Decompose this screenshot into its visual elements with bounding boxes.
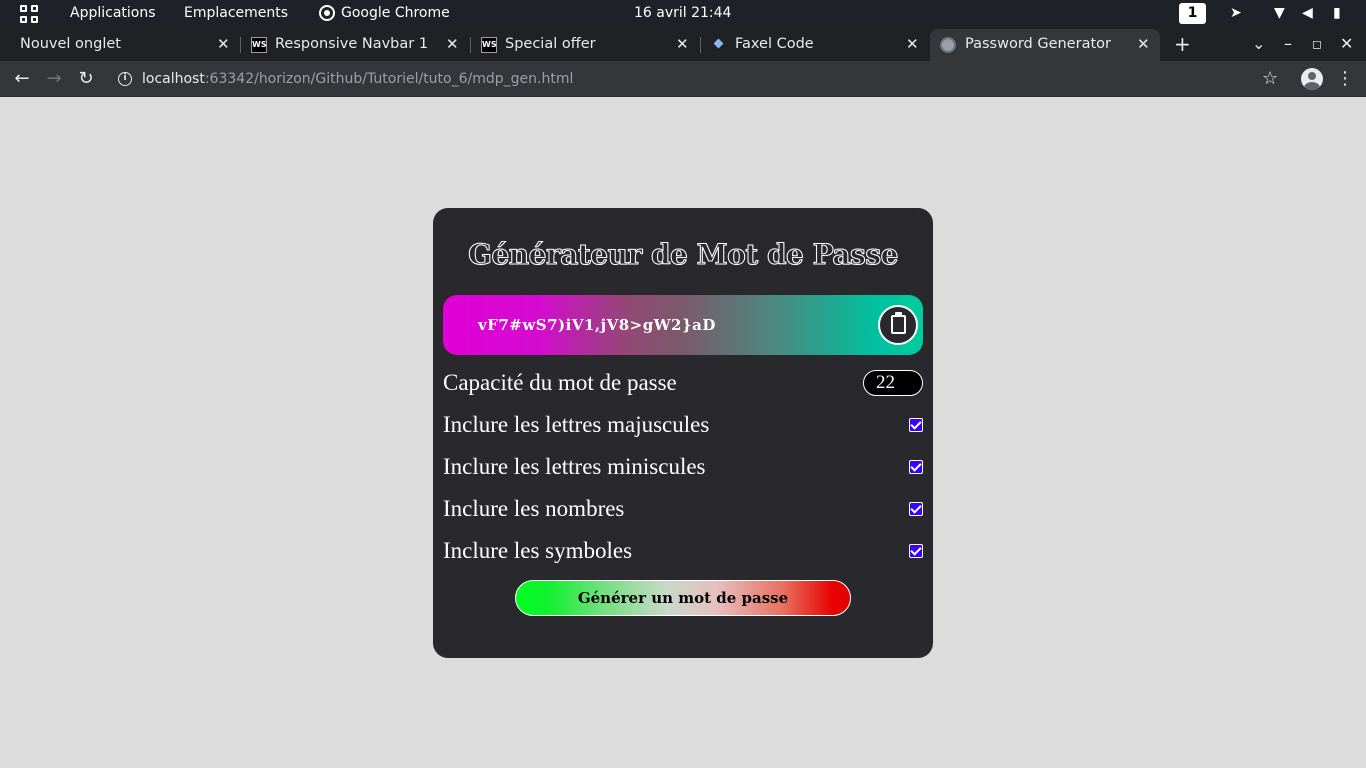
system-top-bar: Applications Emplacements Google Chrome … [0, 0, 1366, 27]
close-tab-icon[interactable]: ✕ [217, 29, 230, 59]
tab-search-icon[interactable]: ⌄ [1252, 27, 1265, 61]
wifi-icon[interactable]: ▼ [1274, 5, 1285, 22]
uppercase-checkbox[interactable] [909, 418, 923, 432]
option-numbers: Inclure les nombres [443, 494, 923, 524]
maximize-icon[interactable]: ◻ [1312, 27, 1322, 61]
option-label: Inclure les symboles [443, 538, 633, 563]
close-window-icon[interactable]: ✕ [1340, 27, 1353, 61]
option-label: Inclure les lettres miniscules [443, 454, 706, 479]
option-label: Inclure les nombres [443, 496, 625, 521]
active-app-menu[interactable]: Google Chrome [341, 0, 450, 27]
browser-toolbar: ← → ↻ i localhost:63342/horizon/Github/T… [0, 61, 1366, 97]
url-path: :63342/horizon/Github/Tutoriel/tuto_6/md… [204, 71, 574, 87]
close-tab-icon[interactable]: ✕ [676, 29, 689, 59]
tab-title: Password Generator [965, 36, 1111, 52]
password-generator-card: Générateur de Mot de Passe vF7#wS7)iV1,j… [433, 208, 933, 658]
length-input[interactable]: 22 [863, 370, 923, 396]
clipboard-icon [891, 312, 906, 334]
back-icon[interactable]: ← [10, 67, 34, 91]
tab-password-generator[interactable]: Password Generator ✕ [930, 29, 1160, 61]
address-bar[interactable]: localhost:63342/horizon/Github/Tutoriel/… [142, 61, 573, 97]
minimize-icon[interactable]: – [1284, 27, 1292, 61]
tab-responsive-navbar[interactable]: WS Responsive Navbar 1 ✕ [241, 29, 470, 61]
globe-icon [940, 37, 956, 53]
profile-avatar[interactable] [1301, 68, 1323, 90]
webstorm-icon: WS [481, 37, 497, 53]
chrome-icon [319, 5, 335, 21]
page-title: Générateur de Mot de Passe [468, 238, 899, 272]
battery-icon[interactable]: ▮ [1333, 5, 1341, 22]
places-menu[interactable]: Emplacements [184, 0, 288, 27]
app-grid-icon[interactable] [20, 5, 38, 23]
forward-icon[interactable]: → [42, 67, 66, 91]
reload-icon[interactable]: ↻ [74, 67, 98, 91]
tab-special-offer[interactable]: WS Special offer ✕ [471, 29, 700, 61]
applications-menu[interactable]: Applications [70, 0, 156, 27]
close-tab-icon[interactable]: ✕ [1137, 29, 1150, 59]
tab-title: Faxel Code [735, 36, 814, 52]
tab-strip: Nouvel onglet ✕ WS Responsive Navbar 1 ✕… [0, 27, 1366, 61]
telegram-icon[interactable]: ➤ [1230, 5, 1242, 22]
new-tab-button[interactable]: + [1174, 27, 1191, 61]
close-tab-icon[interactable]: ✕ [906, 29, 919, 59]
lowercase-checkbox[interactable] [909, 460, 923, 474]
password-display: vF7#wS7)iV1,jV8>gW2}aD [443, 295, 923, 355]
menu-kebab-icon[interactable]: ⋮ [1336, 67, 1354, 91]
numbers-checkbox[interactable] [909, 502, 923, 516]
site-info-icon[interactable]: i [118, 72, 132, 86]
close-tab-icon[interactable]: ✕ [446, 29, 459, 59]
option-lowercase: Inclure les lettres miniscules [443, 452, 923, 482]
length-row: Capacité du mot de passe 22 [443, 368, 923, 398]
bookmark-star-icon[interactable]: ☆ [1262, 67, 1278, 91]
generate-button[interactable]: Générer un mot de passe [515, 580, 851, 616]
option-label: Inclure les lettres majuscules [443, 412, 710, 437]
workspace-indicator[interactable]: 1 [1179, 3, 1206, 24]
url-host: localhost [142, 71, 205, 87]
tab-title: Nouvel onglet [20, 36, 121, 52]
webstorm-icon: WS [251, 37, 267, 53]
volume-icon[interactable]: ◀ [1302, 5, 1313, 22]
symbols-checkbox[interactable] [909, 544, 923, 558]
generated-password: vF7#wS7)iV1,jV8>gW2}aD [478, 316, 716, 334]
copy-button[interactable] [878, 305, 918, 345]
tab-new-tab[interactable]: Nouvel onglet ✕ [0, 29, 240, 61]
tab-title: Special offer [505, 36, 596, 52]
diamond-icon [713, 38, 724, 49]
tab-faxel-code[interactable]: Faxel Code ✕ [701, 29, 930, 61]
option-uppercase: Inclure les lettres majuscules [443, 410, 923, 440]
tab-title: Responsive Navbar 1 [275, 36, 429, 52]
option-symbols: Inclure les symboles [443, 536, 923, 566]
length-label: Capacité du mot de passe [443, 370, 677, 395]
clock[interactable]: 16 avril 21:44 [634, 0, 731, 27]
